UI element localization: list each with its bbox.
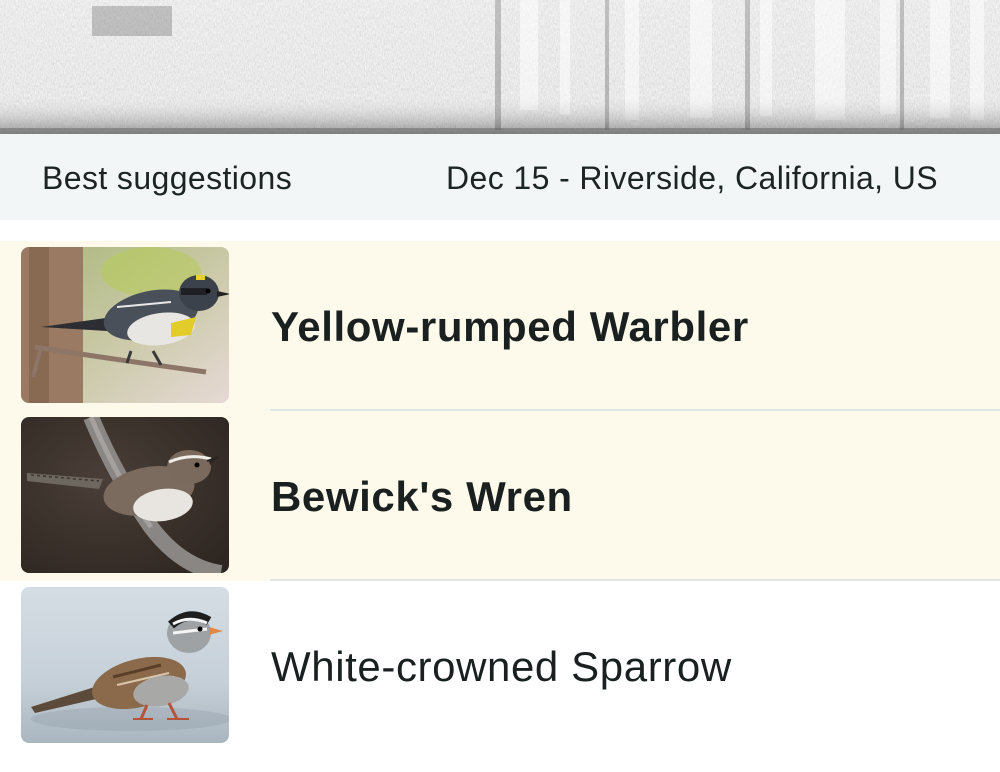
- date-location-label: Dec 15 - Riverside, California, US: [446, 160, 938, 196]
- suggestion-row[interactable]: Yellow-rumped Warbler: [0, 241, 1000, 411]
- bewicks-wren-photo: [21, 417, 229, 573]
- white-crowned-sparrow-photo: [21, 587, 229, 743]
- suggestions-header: Best suggestions Dec 15 - Riverside, Cal…: [0, 134, 1000, 220]
- suggestion-row[interactable]: Bewick's Wren: [0, 411, 1000, 581]
- spectrogram[interactable]: [0, 0, 1000, 134]
- species-name: Yellow-rumped Warbler: [271, 303, 749, 350]
- best-suggestions-label: Best suggestions: [42, 160, 293, 196]
- species-name: Bewick's Wren: [271, 473, 573, 520]
- species-name: White-crowned Sparrow: [271, 643, 732, 690]
- suggestion-row[interactable]: White-crowned Sparrow: [0, 581, 1000, 751]
- yellow-rumped-warbler-photo: [21, 247, 229, 403]
- suggestions-list: Yellow-rumped Warbler Bewick's Wren Whit…: [0, 241, 1000, 751]
